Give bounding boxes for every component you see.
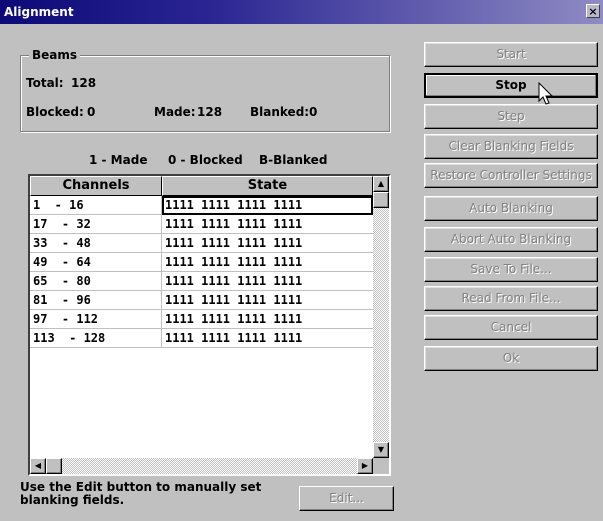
state-cell[interactable]: 1111 1111 1111 1111 [162, 272, 373, 291]
state-cell-selected[interactable]: 1111 1111 1111 1111 [162, 196, 373, 215]
save-to-file-button[interactable]: Save To File... [424, 257, 598, 282]
ok-button[interactable]: Ok [424, 346, 598, 371]
channels-cell[interactable]: 97 - 112 [30, 310, 162, 329]
blanked-value: 0 [309, 105, 318, 119]
channels-cell[interactable]: 1 - 16 [30, 196, 162, 215]
channels-cell[interactable]: 49 - 64 [30, 253, 162, 272]
edit-hint-text: Use the Edit button to manually set blan… [20, 480, 262, 507]
table-row[interactable]: 17 - 32 1111 1111 1111 1111 [30, 215, 373, 234]
channels-cell[interactable]: 65 - 80 [30, 272, 162, 291]
made-label: Made: [154, 105, 196, 119]
blocked-label: Blocked: [26, 105, 84, 119]
channels-grid[interactable]: Channels State 1 - 16 1111 1111 1111 111… [28, 174, 391, 476]
up-arrow-icon[interactable]: ▲ [373, 176, 389, 192]
state-cell[interactable]: 1111 1111 1111 1111 [162, 234, 373, 253]
total-label: Total: [26, 76, 64, 90]
title-bar[interactable]: Alignment × [0, 0, 603, 24]
clear-blanking-fields-button[interactable]: Clear Blanking Fields [424, 134, 598, 159]
vertical-scrollbar[interactable]: ▲ ▼ [373, 176, 389, 458]
blanked-label: Blanked: [250, 105, 310, 119]
vertical-scroll-thumb[interactable] [373, 192, 389, 208]
table-row[interactable]: 97 - 112 1111 1111 1111 1111 [30, 310, 373, 329]
horizontal-scroll-thumb[interactable] [46, 458, 62, 474]
restore-controller-settings-button[interactable]: Restore Controller Settings [424, 163, 598, 188]
table-row[interactable]: 113 - 128 1111 1111 1111 1111 [30, 329, 373, 348]
stop-button[interactable]: Stop [424, 73, 598, 98]
blocked-value: 0 [87, 105, 96, 119]
step-button[interactable]: Step [424, 104, 598, 129]
beams-group-label: Beams [29, 48, 81, 62]
scrollbar-corner [373, 458, 389, 474]
table-row[interactable]: 81 - 96 1111 1111 1111 1111 [30, 291, 373, 310]
cancel-button[interactable]: Cancel [424, 315, 598, 340]
horizontal-scrollbar[interactable]: ◀ ▶ [30, 458, 373, 474]
column-header-state[interactable]: State [162, 176, 373, 196]
column-header-channels[interactable]: Channels [30, 176, 162, 196]
table-row[interactable]: 49 - 64 1111 1111 1111 1111 [30, 253, 373, 272]
table-row[interactable]: 1 - 16 1111 1111 1111 1111 [30, 196, 373, 215]
abort-auto-blanking-button[interactable]: Abort Auto Blanking [424, 227, 598, 252]
state-cell[interactable]: 1111 1111 1111 1111 [162, 329, 373, 348]
made-value: 128 [197, 105, 223, 119]
beams-group: Beams Total: 128 Blocked: 0 Made: 128 Bl… [20, 48, 390, 132]
table-row[interactable]: 33 - 48 1111 1111 1111 1111 [30, 234, 373, 253]
state-cell[interactable]: 1111 1111 1111 1111 [162, 291, 373, 310]
legend-made: 1 - Made [89, 153, 148, 167]
state-cell[interactable]: 1111 1111 1111 1111 [162, 310, 373, 329]
read-from-file-button[interactable]: Read From File... [424, 286, 598, 311]
channels-cell[interactable]: 113 - 128 [30, 329, 162, 348]
alignment-dialog: Alignment × Beams Total: 128 Blocked: 0 … [0, 0, 603, 521]
channels-cell[interactable]: 33 - 48 [30, 234, 162, 253]
table-row[interactable]: 65 - 80 1111 1111 1111 1111 [30, 272, 373, 291]
state-cell[interactable]: 1111 1111 1111 1111 [162, 253, 373, 272]
channels-cell[interactable]: 81 - 96 [30, 291, 162, 310]
close-icon[interactable]: × [586, 4, 600, 18]
channels-cell[interactable]: 17 - 32 [30, 215, 162, 234]
grid-body: Channels State 1 - 16 1111 1111 1111 111… [30, 176, 373, 458]
edit-button[interactable]: Edit... [299, 486, 394, 511]
window-title: Alignment [4, 5, 74, 19]
right-arrow-icon[interactable]: ▶ [357, 458, 373, 474]
legend-blanked: B-Blanked [259, 153, 328, 167]
mouse-pointer-icon [538, 82, 554, 105]
down-arrow-icon[interactable]: ▼ [373, 442, 389, 458]
start-button[interactable]: Start [424, 42, 598, 67]
total-value: 128 [71, 76, 97, 90]
legend-blocked: 0 - Blocked [168, 153, 243, 167]
state-cell[interactable]: 1111 1111 1111 1111 [162, 215, 373, 234]
left-arrow-icon[interactable]: ◀ [30, 458, 46, 474]
auto-blanking-button[interactable]: Auto Blanking [424, 196, 598, 221]
